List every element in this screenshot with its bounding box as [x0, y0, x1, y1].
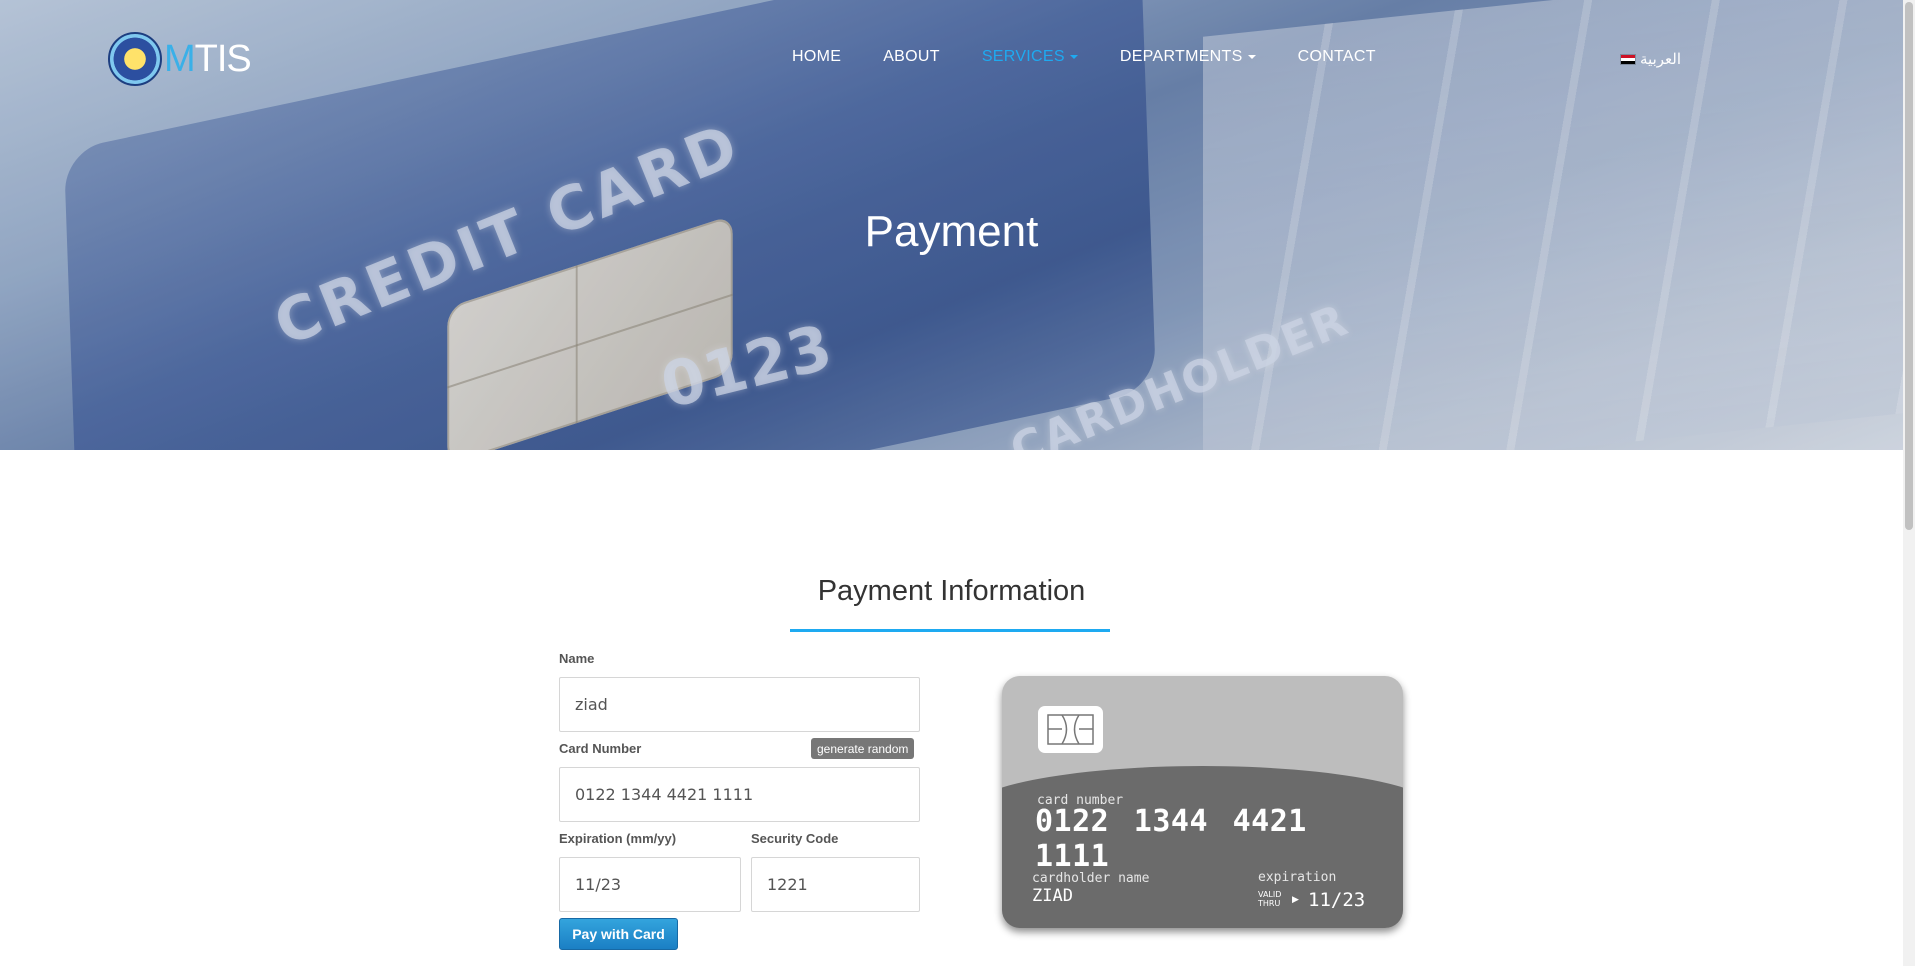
logo-emblem-icon [108, 32, 162, 86]
card-number-input[interactable]: 0122 1344 4421 1111 [559, 767, 920, 822]
security-code-label: Security Code [751, 831, 839, 846]
nav-about[interactable]: ABOUT [862, 48, 961, 66]
main-nav: HOME ABOUT SERVICES DEPARTMENTS CONTACT [792, 48, 1397, 66]
nav-home[interactable]: HOME [792, 48, 862, 66]
expiration-input[interactable]: 11/23 [559, 857, 741, 912]
valid-line2: THRU [1258, 899, 1281, 908]
nav-departments[interactable]: DEPARTMENTS [1099, 48, 1277, 66]
nav-about-label: ABOUT [883, 48, 940, 65]
expiration-display: 11/23 [1308, 889, 1366, 911]
nav-services[interactable]: SERVICES [961, 48, 1099, 66]
egypt-flag-icon [1620, 53, 1636, 65]
section-title-underline [790, 629, 1110, 632]
page-title: Payment [864, 207, 1039, 256]
pay-with-card-button[interactable]: Pay with Card [559, 918, 678, 950]
nav-contact-label: CONTACT [1297, 48, 1376, 65]
security-code-input[interactable]: 1221 [751, 857, 920, 912]
site-logo[interactable]: MTIS [108, 32, 252, 86]
valid-thru-label: VALID THRU [1258, 890, 1281, 908]
expiration-caption: expiration [1258, 870, 1337, 885]
logo-text-rest: TIS [194, 37, 252, 80]
nav-contact[interactable]: CONTACT [1277, 48, 1397, 66]
page-scrollbar[interactable] [1903, 0, 1915, 966]
section-title: Payment Information [817, 575, 1086, 607]
name-label: Name [559, 651, 595, 666]
card-chip-icon [1038, 706, 1103, 753]
nav-home-label: HOME [792, 48, 842, 65]
scrollbar-thumb[interactable] [1905, 2, 1913, 530]
nav-departments-label: DEPARTMENTS [1119, 48, 1243, 65]
cardholder-caption: cardholder name [1032, 871, 1150, 886]
name-input[interactable]: ziad [559, 677, 920, 732]
hero-banner: CREDIT CARD 0123 CARDHOLDER MTIS HOME AB… [0, 0, 1903, 450]
expiration-label: Expiration (mm/yy) [559, 831, 677, 846]
chevron-down-icon [1069, 55, 1078, 59]
play-arrow-icon: ▶ [1292, 894, 1299, 904]
valid-line1: VALID [1258, 890, 1282, 899]
card-number-label: Card Number [559, 741, 642, 756]
generate-random-button[interactable]: generate random [811, 738, 915, 759]
logo-text-m: M [164, 37, 196, 80]
cardholder-name-display: ZIAD [1032, 886, 1073, 906]
nav-services-label: SERVICES [981, 48, 1065, 65]
language-label: العربية [1640, 51, 1681, 68]
credit-card-preview: card number 0122 1344 4421 1111 cardhold… [1002, 676, 1403, 928]
logo-text: MTIS [164, 37, 252, 81]
language-switch[interactable]: العربية [1620, 50, 1681, 68]
card-number-display: 0122 1344 4421 1111 [1035, 804, 1307, 874]
chevron-down-icon [1247, 55, 1256, 59]
